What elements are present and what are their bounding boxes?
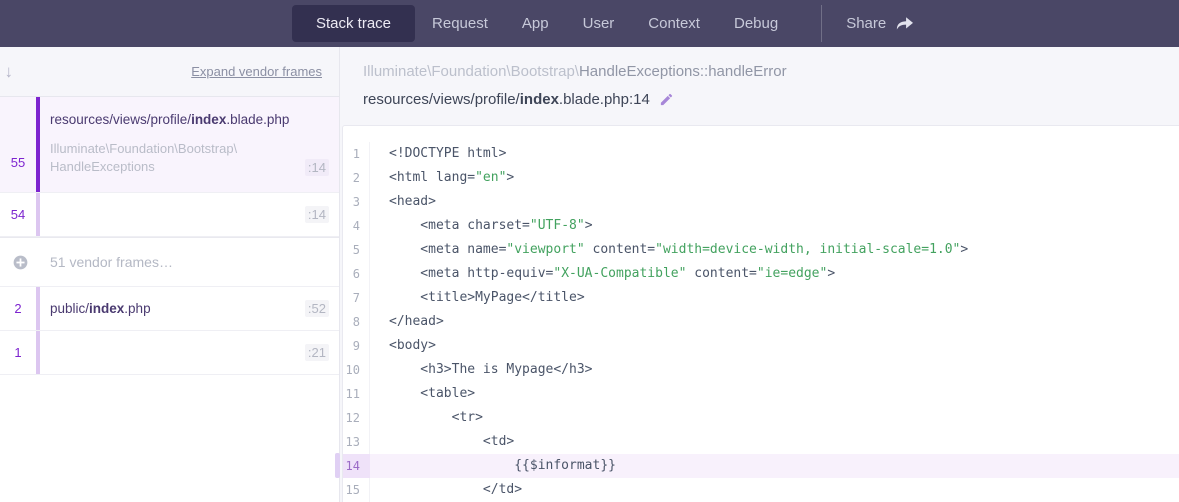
code-text: <tr> [370,406,1179,430]
frame-line-number: :14 [305,206,329,223]
frame-file-text: resources/views/profile/index.blade.php:… [363,91,650,108]
line-number: 10 [343,358,370,382]
code-text: <title>MyPage</title> [370,286,1179,310]
code-text: <table> [370,382,1179,406]
code-line: 2<html lang="en"> [343,166,1179,190]
code-text: <meta charset="UTF-8"> [370,214,1179,238]
code-text: </head> [370,310,1179,334]
code-text: <meta name="viewport" content="width=dev… [370,238,1179,262]
code-line: 4 <meta charset="UTF-8"> [343,214,1179,238]
code-line: 3<head> [343,190,1179,214]
previous-frame-arrow-icon[interactable]: ↑ [0,62,2,82]
line-number: 1 [343,142,370,166]
stack-frames-sidebar: ↑ ↓ Expand vendor frames 55 resources/vie… [0,47,340,502]
frame-number: 1 [0,331,36,374]
frame-class-name: Illuminate\Foundation\Bootstrap\HandleEx… [50,140,237,176]
frame-method: Illuminate\Foundation\Bootstrap\HandleEx… [363,61,1179,84]
vendor-frames-row[interactable]: 51 vendor frames… [0,237,339,287]
frame-detail-main: Illuminate\Foundation\Bootstrap\HandleEx… [340,47,1179,502]
expand-plus-icon[interactable] [0,238,40,286]
line-number: 6 [343,262,370,286]
share-label: Share [846,15,886,32]
line-number: 4 [343,214,370,238]
top-navbar: Stack traceRequestAppUserContextDebug Sh… [0,0,1179,47]
code-line: 8</head> [343,310,1179,334]
frames-list: 55 resources/views/profile/index.blade.ph… [0,97,339,375]
tab-debug[interactable]: Debug [717,5,795,42]
line-number: 14 [343,454,370,478]
frame-detail-header: Illuminate\Foundation\Bootstrap\HandleEx… [340,47,1179,125]
share-arrow-icon [896,16,914,32]
line-number: 8 [343,310,370,334]
stack-frame-row-1[interactable]: 1 :21 [0,331,339,375]
frame-method-name: HandleExceptions::handleError [579,63,787,80]
code-line: 7 <title>MyPage</title> [343,286,1179,310]
page-body: ↑ ↓ Expand vendor frames 55 resources/vie… [0,47,1179,502]
stack-frame-row-54[interactable]: 54 :14 [0,193,339,237]
frame-number: 2 [0,287,36,330]
line-number: 3 [343,190,370,214]
frame-number: 55 [0,97,36,192]
sidebar-scrollbar-thumb[interactable] [335,453,340,478]
line-number: 15 [343,478,370,502]
code-line: 5 <meta name="viewport" content="width=d… [343,238,1179,262]
line-number: 2 [343,166,370,190]
frame-line-number: :21 [305,344,329,361]
code-line: 6 <meta http-equiv="X-UA-Compatible" con… [343,262,1179,286]
code-text: <html lang="en"> [370,166,1179,190]
code-text: <h3>The is Mypage</h3> [370,358,1179,382]
code-text: <meta http-equiv="X-UA-Compatible" conte… [370,262,1179,286]
line-number: 11 [343,382,370,406]
tab-app[interactable]: App [505,5,566,42]
tab-context[interactable]: Context [631,5,717,42]
line-number: 7 [343,286,370,310]
code-text: {{$informat}} [370,454,1179,478]
next-frame-arrow-icon[interactable]: ↓ [5,62,14,82]
code-text: <head> [370,190,1179,214]
code-line: 15 </td> [343,478,1179,502]
code-line-highlighted: 14 {{$informat}} [343,454,1179,478]
expand-vendor-frames-link[interactable]: Expand vendor frames [191,64,322,79]
code-text: <body> [370,334,1179,358]
frame-number: 54 [0,193,36,236]
navbar-tabs: Stack traceRequestAppUserContextDebug [292,0,795,47]
frame-file-path: public/index.php [50,301,151,316]
line-number: 5 [343,238,370,262]
line-number: 13 [343,430,370,454]
code-line: 13 <td> [343,430,1179,454]
tab-stack-trace[interactable]: Stack trace [292,5,415,42]
frame-nav-arrows: ↑ ↓ [0,62,13,82]
code-line: 1<!DOCTYPE html> [343,142,1179,166]
frame-file-path: resources/views/profile/index.blade.php [50,112,329,127]
frame-line-number: :14 [305,159,329,176]
stack-frame-row-2[interactable]: 2 public/index.php :52 [0,287,339,331]
code-line: 10 <h3>The is Mypage</h3> [343,358,1179,382]
code-text: <td> [370,430,1179,454]
vendor-frames-label: 51 vendor frames… [50,254,173,270]
frame-method-namespace: Illuminate\Foundation\Bootstrap\ [363,63,579,80]
tab-request[interactable]: Request [415,5,505,42]
stack-frame-row-55[interactable]: 55 resources/views/profile/index.blade.ph… [0,97,339,193]
tab-user[interactable]: User [566,5,632,42]
edit-file-pencil-icon[interactable] [659,92,674,107]
frame-line-number: :52 [305,300,329,317]
line-number: 9 [343,334,370,358]
line-number: 12 [343,406,370,430]
share-button[interactable]: Share [846,15,914,32]
code-line: 12 <tr> [343,406,1179,430]
code-text: <!DOCTYPE html> [370,142,1179,166]
code-line: 9<body> [343,334,1179,358]
sidebar-header: ↑ ↓ Expand vendor frames [0,47,339,97]
code-text: </td> [370,478,1179,502]
navbar-separator [821,5,822,42]
code-line: 11 <table> [343,382,1179,406]
frame-file-path: resources/views/profile/index.blade.php:… [363,91,1179,108]
code-viewer: 1<!DOCTYPE html>2<html lang="en">3<head>… [342,125,1179,502]
